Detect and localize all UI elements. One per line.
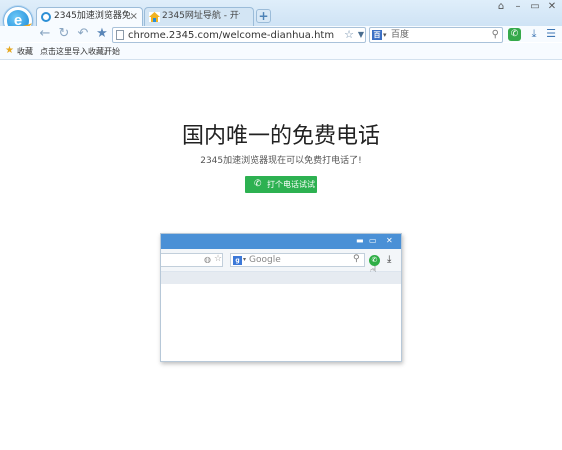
page-subline: 2345加速浏览器现在可以免费打电话了! (200, 156, 362, 166)
home-favicon-icon (149, 12, 160, 22)
start-link[interactable]: 开始 (104, 46, 120, 58)
try-call-button[interactable]: ✆ 打个电话试试 (245, 176, 317, 193)
illustration-titlebar (161, 234, 401, 249)
restore-button[interactable]: ▭ (528, 0, 542, 14)
search-box[interactable]: 百 ▾ 百度 ⚲ (369, 27, 503, 43)
download-icon[interactable]: ⤓ (527, 27, 541, 41)
tab-label: 2345加速浏览器免费打电话 (54, 11, 132, 21)
illustration-star-icon: ☆ (214, 254, 223, 264)
new-tab-button[interactable]: + (256, 9, 271, 23)
chevron-down-icon[interactable]: ▼ (358, 28, 364, 42)
engine-dropdown-icon[interactable]: ▾ (383, 28, 387, 42)
illustration-bookmarks-strip (161, 272, 401, 284)
browser-illustration: ▬ ▭ ✕ ◍ ☆ g ▾ Google ⚲ ✆ ☝ ⤓ (160, 233, 402, 362)
illustration-search-placeholder: Google (249, 255, 281, 265)
tab-inactive[interactable]: 2345网址导航 - 开创中国 (144, 7, 254, 26)
browser-favicon-icon (41, 12, 51, 22)
tab-close-icon[interactable]: × (130, 8, 138, 25)
illustration-close-icon: ✕ (386, 236, 393, 245)
tab-label: 2345网址导航 - 开创中国 (162, 11, 240, 21)
favorites-star-icon: ★ (5, 45, 14, 56)
illustration-download-icon: ⤓ (387, 254, 392, 265)
cta-label: 打个电话试试 (267, 180, 315, 189)
illustration-search-icon: ⚲ (353, 254, 360, 264)
minimize-button[interactable]: – (511, 0, 525, 14)
back-arrow-icon[interactable]: ← (38, 27, 52, 41)
skin-icon[interactable]: ⌂ (494, 0, 508, 14)
illustration-minimize-icon: ▬ (356, 236, 364, 245)
page-icon (116, 30, 124, 40)
bookmark-star-icon[interactable]: ☆ (344, 28, 354, 42)
address-bar[interactable]: chrome.2345.com/welcome-dianhua.htm ☆ ▼ (112, 27, 366, 43)
phone-icon: ✆ (254, 179, 262, 189)
search-input[interactable]: 百度 (391, 29, 409, 42)
search-engine-icon[interactable]: 百 (372, 30, 382, 40)
menu-icon[interactable]: ☰ (544, 27, 558, 41)
tab-active[interactable]: 2345加速浏览器免费打电话 × (36, 7, 143, 26)
phone-icon[interactable]: ✆ (508, 28, 521, 41)
undo-icon[interactable]: ↶ (76, 27, 90, 41)
illustration-restore-icon: ▭ (369, 236, 377, 245)
close-button[interactable]: ✕ (545, 0, 559, 14)
page-headline: 国内唯一的免费电话 (181, 124, 380, 149)
search-icon[interactable]: ⚲ (492, 28, 499, 42)
shield-icon: ◍ (204, 255, 211, 264)
reload-icon[interactable]: ↻ (57, 27, 71, 41)
address-input[interactable]: chrome.2345.com/welcome-dianhua.htm (128, 29, 334, 42)
illustration-engine-icon: g (233, 256, 242, 265)
import-bookmarks-link[interactable]: 点击这里导入收藏。 (40, 46, 112, 58)
favorites-button[interactable]: 收藏 (17, 46, 33, 58)
star-icon[interactable]: ★ (95, 27, 109, 41)
illustration-chevron-icon: ▾ (243, 256, 247, 263)
